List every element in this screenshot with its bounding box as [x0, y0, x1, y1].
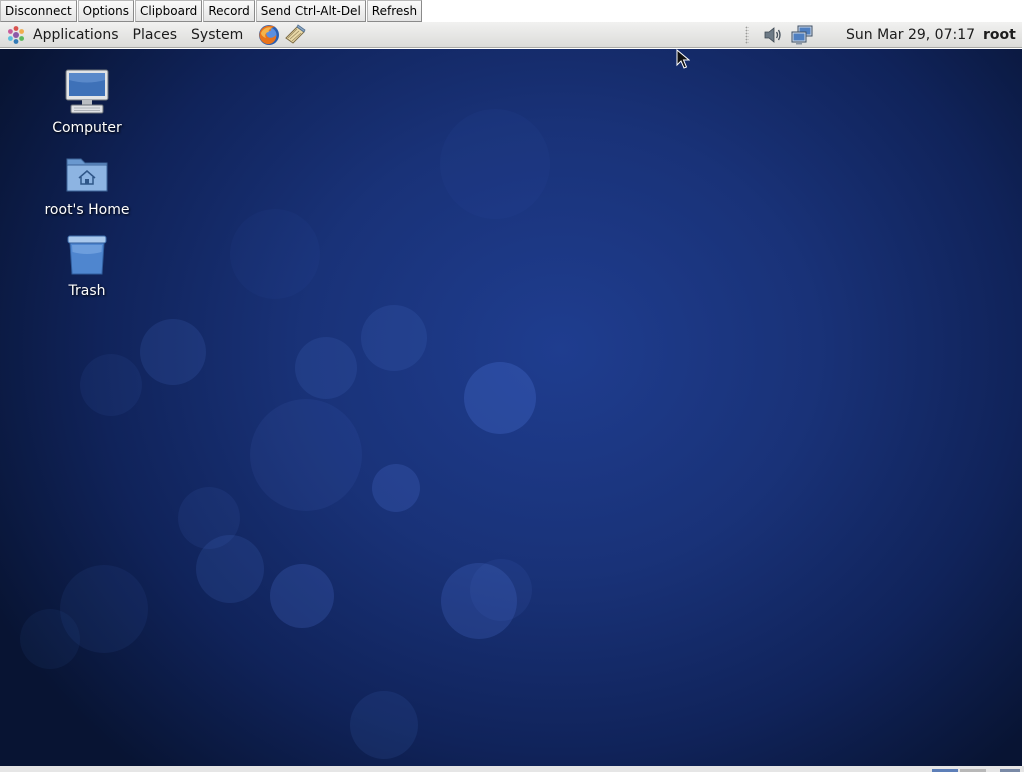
clock[interactable]: Sun Mar 29, 07:17 — [846, 22, 975, 48]
home-desktop-icon[interactable]: root's Home — [37, 148, 137, 218]
trash-icon — [67, 235, 107, 275]
wallpaper-bubble — [80, 354, 142, 416]
trash-icon-wrapper — [61, 229, 113, 281]
applications-menu[interactable]: Applications — [0, 22, 126, 48]
computer-icon — [65, 69, 109, 114]
wallpaper-bubble — [350, 691, 418, 759]
places-menu-label: Places — [132, 26, 178, 43]
wallpaper-bubble — [440, 109, 550, 219]
options-button[interactable]: Options — [77, 0, 134, 22]
wallpaper-bubble — [295, 337, 357, 399]
user-menu[interactable]: root — [983, 22, 1016, 48]
top-panel: Applications Places System Sun Mar 29, 0… — [0, 22, 1022, 48]
wallpaper-bubble — [470, 559, 532, 621]
trash-desktop-icon[interactable]: Trash — [37, 229, 137, 299]
network-icon — [791, 25, 813, 45]
wallpaper-bubble — [361, 305, 427, 371]
system-menu-label: System — [191, 26, 244, 43]
computer-icon-wrapper — [61, 66, 113, 118]
computer-label: Computer — [52, 120, 122, 136]
remote-screen[interactable]: Applications Places System Sun Mar 29, 0… — [0, 22, 1022, 766]
disconnect-button[interactable]: Disconnect — [0, 0, 77, 22]
places-menu[interactable]: Places — [126, 22, 185, 48]
desktop-background[interactable]: Computer root's Home Trash — [0, 49, 1022, 766]
applications-menu-label: Applications — [33, 26, 119, 43]
computer-desktop-icon[interactable]: Computer — [37, 66, 137, 136]
wallpaper-bubble — [250, 399, 362, 511]
record-button[interactable]: Record — [203, 0, 255, 22]
gnome-foot-icon — [8, 25, 24, 44]
refresh-button[interactable]: Refresh — [366, 0, 423, 22]
wallpaper-bubble — [372, 464, 420, 512]
notes-icon — [285, 23, 306, 44]
wallpaper-bubble — [230, 209, 320, 299]
home-folder-icon-wrapper — [61, 148, 113, 200]
viewer-bottom-edge — [0, 766, 1024, 772]
mouse-pointer-icon — [676, 49, 690, 69]
wallpaper-bubble — [196, 535, 264, 603]
firefox-launcher[interactable] — [256, 22, 282, 48]
home-label: root's Home — [44, 202, 130, 218]
notes-launcher[interactable] — [282, 22, 308, 48]
wallpaper-bubble — [270, 564, 334, 628]
home-folder-icon — [66, 158, 108, 192]
clipboard-button[interactable]: Clipboard — [134, 0, 203, 22]
vnc-toolbar: Disconnect Options Clipboard Record Send… — [0, 0, 1024, 22]
wallpaper-bubble — [464, 362, 536, 434]
volume-tray-item[interactable] — [760, 22, 786, 48]
network-tray-item[interactable] — [788, 22, 816, 48]
trash-label: Trash — [68, 283, 106, 299]
tray-handle[interactable] — [745, 26, 749, 44]
system-menu[interactable]: System — [184, 22, 250, 48]
volume-icon — [764, 27, 781, 43]
send-ctrl-alt-del-button[interactable]: Send Ctrl-Alt-Del — [255, 0, 366, 22]
firefox-icon — [259, 24, 280, 45]
wallpaper-bubble — [140, 319, 206, 385]
wallpaper-bubble — [20, 609, 80, 669]
